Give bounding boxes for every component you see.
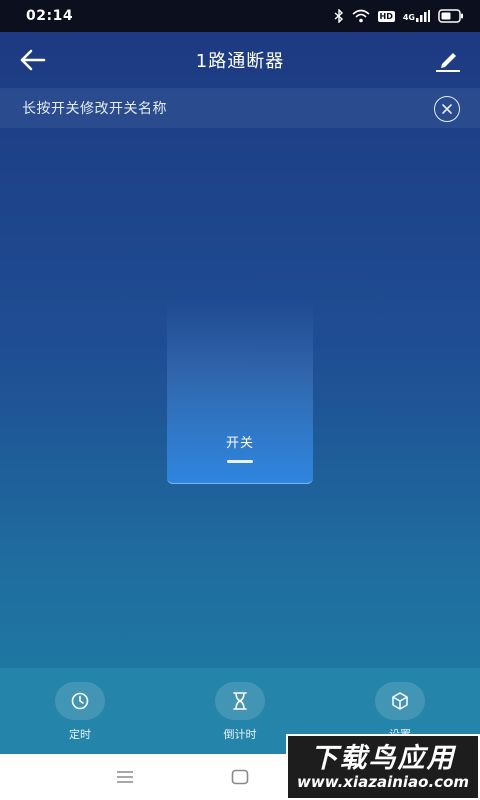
- pencil-icon: [436, 53, 460, 72]
- watermark-title: 下载鸟应用: [310, 742, 456, 774]
- network-type: 4G: [402, 13, 415, 22]
- wifi-icon: [351, 9, 370, 23]
- cube-icon: [392, 692, 408, 710]
- home-button[interactable]: [225, 766, 255, 788]
- top-bar: 1路通断器: [0, 32, 480, 88]
- settings-icon-circle: [375, 682, 425, 720]
- home-icon: [231, 769, 249, 785]
- hint-close-button[interactable]: [434, 96, 460, 122]
- status-bar: 02:14 HD 4G: [0, 0, 480, 32]
- countdown-label: 倒计时: [223, 728, 257, 741]
- recent-apps-button[interactable]: [110, 766, 140, 788]
- close-icon: [442, 104, 452, 114]
- battery-icon: [438, 9, 464, 23]
- timer-icon-circle: [55, 682, 105, 720]
- app-screen: 1路通断器 长按开关修改开关名称 开关 定时 倒计时: [0, 32, 480, 754]
- hint-text: 长按开关修改开关名称: [22, 101, 167, 117]
- countdown-button[interactable]: 倒计时: [190, 682, 290, 748]
- page-title: 1路通断器: [195, 51, 285, 72]
- watermark-logo: 下载鸟应用 www.xiazainiao.com: [286, 734, 480, 800]
- watermark-url: www.xiazainiao.com: [296, 772, 470, 791]
- switch-label: 开关: [225, 436, 254, 451]
- hourglass-icon: [233, 692, 247, 710]
- hd-badge: HD: [377, 10, 395, 22]
- countdown-icon-circle: [215, 682, 265, 720]
- arrow-left-icon: [20, 49, 46, 71]
- menu-icon: [117, 771, 133, 783]
- status-time: 02:14: [26, 8, 74, 24]
- hint-bar: 长按开关修改开关名称: [0, 88, 480, 128]
- clock-icon: [71, 692, 89, 710]
- bluetooth-icon: [334, 9, 344, 23]
- status-icons: HD 4G: [334, 9, 464, 23]
- back-button[interactable]: [18, 47, 48, 73]
- signal-icon: 4G: [403, 10, 430, 22]
- timer-label: 定时: [69, 728, 91, 741]
- switch-indicator: [227, 460, 253, 463]
- switch-toggle[interactable]: 开关: [167, 300, 313, 484]
- edit-button[interactable]: [434, 47, 462, 73]
- timer-button[interactable]: 定时: [30, 682, 130, 748]
